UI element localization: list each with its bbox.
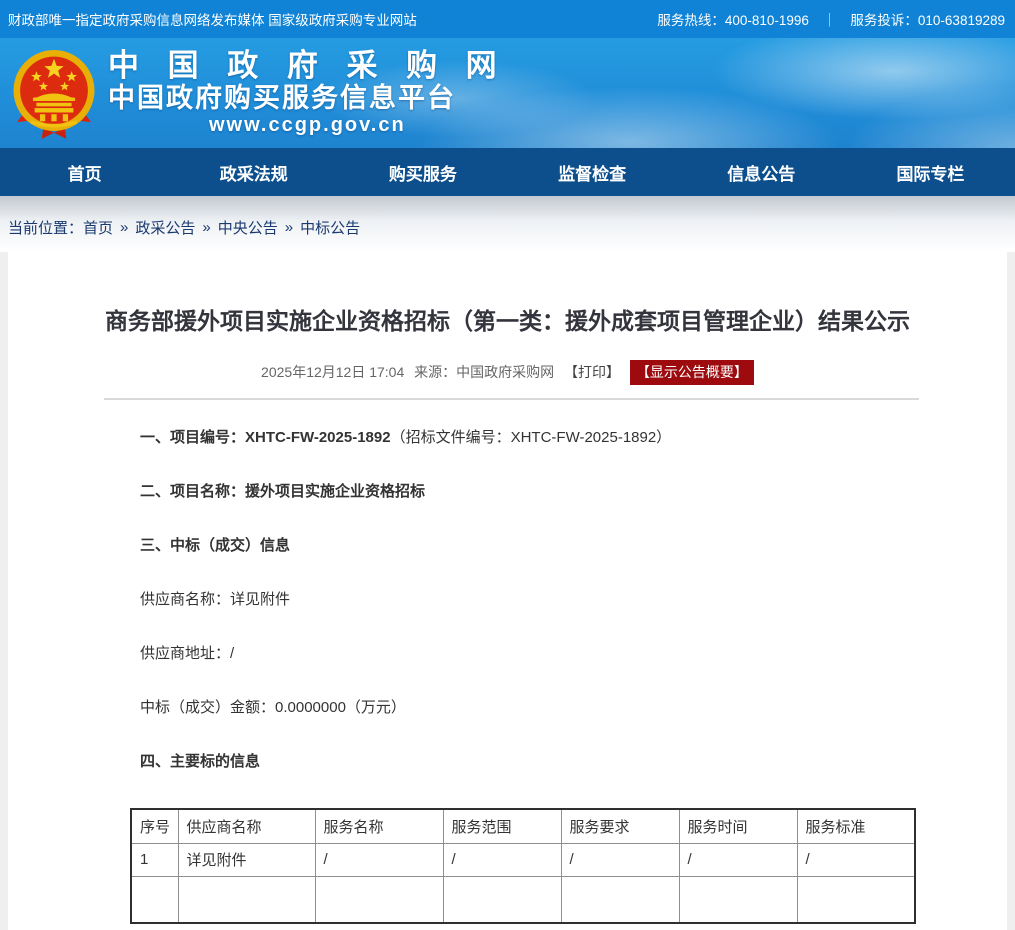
cell-empty: [131, 876, 178, 923]
cell-empty: [315, 876, 443, 923]
article-body: 一、项目编号：XHTC-FW-2025-1892（招标文件编号：XHTC-FW-…: [8, 400, 1007, 770]
col-header-service-name: 服务名称: [315, 809, 443, 843]
cell-empty: [178, 876, 315, 923]
table-row: 1 详见附件 / / / / /: [131, 843, 915, 876]
print-button[interactable]: 【打印】: [564, 364, 620, 380]
national-emblem-icon: [10, 48, 98, 140]
nav-item-regulations[interactable]: 政采法规: [169, 148, 338, 196]
supplier-name-line: 供应商名称：详见附件: [8, 592, 1007, 608]
col-header-service-time: 服务时间: [679, 809, 797, 843]
show-summary-button[interactable]: 【显示公告概要】: [630, 360, 754, 385]
lots-table: 序号 供应商名称 服务名称 服务范围 服务要求 服务时间 服务标准 1 详见附件…: [130, 808, 916, 924]
col-header-supplier: 供应商名称: [178, 809, 315, 843]
col-header-index: 序号: [131, 809, 178, 843]
col-header-service-requirement: 服务要求: [561, 809, 679, 843]
nav-item-international[interactable]: 国际专栏: [846, 148, 1015, 196]
topbar-separator: ｜: [823, 9, 837, 29]
breadcrumb-central-announcements[interactable]: 中央公告: [218, 217, 278, 238]
breadcrumb: 当前位置： 首页 » 政采公告 » 中央公告 » 中标公告: [0, 196, 1015, 252]
bid-doc-number: （招标文件编号：XHTC-FW-2025-1892）: [391, 429, 672, 446]
project-number-bold: 一、项目编号：XHTC-FW-2025-1892: [140, 429, 391, 446]
page-background: 商务部援外项目实施企业资格招标（第一类：援外成套项目管理企业）结果公示 2025…: [0, 252, 1015, 930]
breadcrumb-award-announcements[interactable]: 中标公告: [300, 217, 360, 238]
article-source: 来源：中国政府采购网: [414, 364, 554, 380]
article-meta: 2025年12月12日 17:04 来源：中国政府采购网 【打印】 【显示公告概…: [8, 360, 1007, 385]
breadcrumb-separator: »: [285, 219, 293, 236]
cell-service-time: /: [679, 843, 797, 876]
breadcrumb-procurement-announcements[interactable]: 政采公告: [135, 217, 195, 238]
col-header-service-scope: 服务范围: [443, 809, 561, 843]
article-panel: 商务部援外项目实施企业资格招标（第一类：援外成套项目管理企业）结果公示 2025…: [8, 252, 1007, 930]
site-name: 中 国 政 府 采 购 网: [108, 49, 507, 83]
site-title-block: 中 国 政 府 采 购 网 中国政府购买服务信息平台 www.ccgp.gov.…: [108, 49, 507, 137]
cell-empty: [561, 876, 679, 923]
cell-service-requirement: /: [561, 843, 679, 876]
top-utility-bar: 财政部唯一指定政府采购信息网络发布媒体 国家级政府采购专业网站 服务热线：400…: [0, 0, 1015, 38]
cell-service-standard: /: [797, 843, 915, 876]
breadcrumb-label: 当前位置：: [8, 217, 83, 238]
cell-index: 1: [131, 843, 178, 876]
site-slogan: 财政部唯一指定政府采购信息网络发布媒体 国家级政府采购专业网站: [8, 9, 417, 29]
service-complaint: 服务投诉：010-63819289: [850, 9, 1005, 29]
table-row-empty: [131, 876, 915, 923]
cell-empty: [797, 876, 915, 923]
publish-datetime: 2025年12月12日 17:04: [261, 364, 404, 380]
nav-item-home[interactable]: 首页: [0, 148, 169, 196]
cell-empty: [679, 876, 797, 923]
project-number-line: 一、项目编号：XHTC-FW-2025-1892（招标文件编号：XHTC-FW-…: [8, 430, 1007, 446]
project-name-line: 二、项目名称：援外项目实施企业资格招标: [8, 484, 1007, 500]
site-banner: 中 国 政 府 采 购 网 中国政府购买服务信息平台 www.ccgp.gov.…: [0, 38, 1015, 148]
service-hotline: 服务热线：400-810-1996: [657, 9, 809, 29]
site-subtitle: 中国政府购买服务信息平台: [108, 83, 507, 113]
supplier-address-line: 供应商地址：/: [8, 646, 1007, 662]
breadcrumb-home[interactable]: 首页: [83, 217, 113, 238]
cell-empty: [443, 876, 561, 923]
site-url: www.ccgp.gov.cn: [108, 113, 507, 137]
award-amount-line: 中标（成交）金额：0.0000000（万元）: [8, 700, 1007, 716]
award-info-heading: 三、中标（成交）信息: [8, 538, 1007, 554]
cell-service-scope: /: [443, 843, 561, 876]
table-header-row: 序号 供应商名称 服务名称 服务范围 服务要求 服务时间 服务标准: [131, 809, 915, 843]
col-header-service-standard: 服务标准: [797, 809, 915, 843]
nav-item-announcements[interactable]: 信息公告: [677, 148, 846, 196]
main-nav: 首页 政采法规 购买服务 监督检查 信息公告 国际专栏: [0, 148, 1015, 196]
breadcrumb-separator: »: [120, 219, 128, 236]
nav-item-purchase-services[interactable]: 购买服务: [338, 148, 507, 196]
cell-supplier: 详见附件: [178, 843, 315, 876]
cell-service-name: /: [315, 843, 443, 876]
site-logo-link[interactable]: 中 国 政 府 采 购 网 中国政府购买服务信息平台 www.ccgp.gov.…: [0, 46, 507, 140]
article-title: 商务部援外项目实施企业资格招标（第一类：援外成套项目管理企业）结果公示: [8, 252, 1007, 336]
nav-item-supervision[interactable]: 监督检查: [508, 148, 677, 196]
breadcrumb-separator: »: [202, 219, 210, 236]
main-subject-heading: 四、主要标的信息: [8, 754, 1007, 770]
